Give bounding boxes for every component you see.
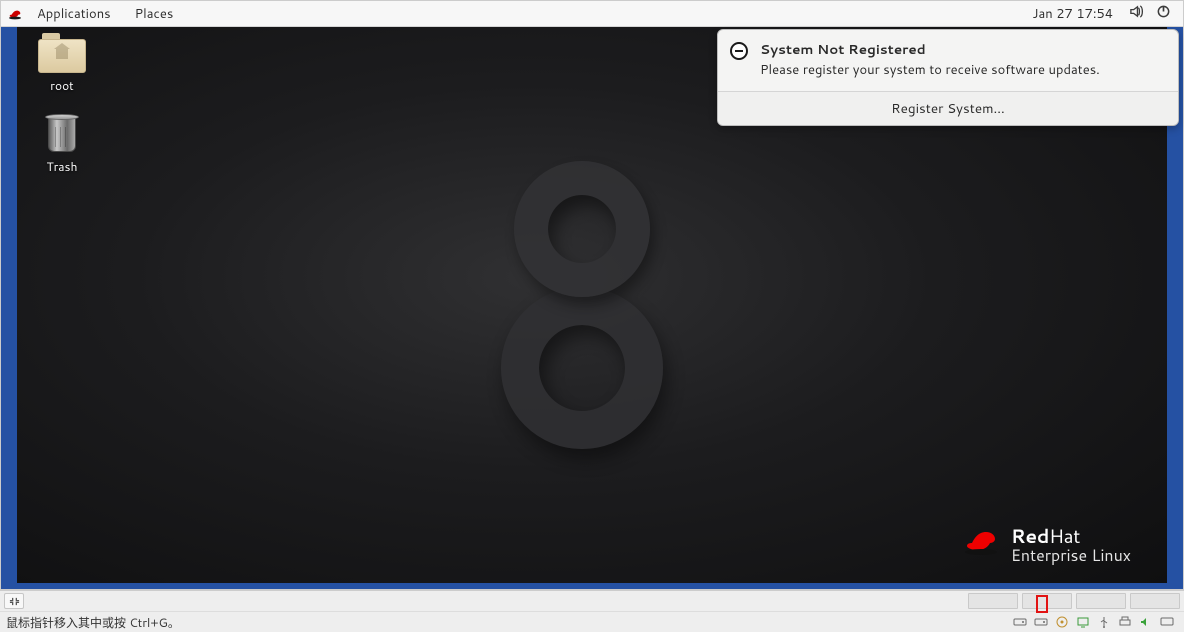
vm-cd-icon[interactable] (1054, 616, 1069, 629)
redhat-logo-icon (961, 527, 1001, 557)
trash-label: Trash (47, 158, 78, 175)
vm-hint-text: 鼠标指针移入其中或按 Ctrl+G。 (6, 614, 180, 631)
vm-expand-button[interactable] (4, 593, 24, 609)
notification-message: Please register your system to receive s… (760, 61, 1100, 79)
trash-icon (45, 114, 79, 154)
redhat-icon (7, 6, 23, 22)
desktop-icon-trash[interactable]: Trash (27, 114, 97, 175)
power-icon[interactable] (1156, 4, 1171, 24)
top-bar: Applications Places Jan 27 17:54 (1, 1, 1183, 27)
vm-net-icon[interactable] (1075, 616, 1090, 629)
vm-status-icons (1012, 616, 1178, 629)
brand-enterprise: Enterprise Linux (1011, 547, 1131, 565)
vm-tabs (968, 593, 1180, 609)
vm-hdd-icon[interactable] (1012, 616, 1027, 629)
vm-display-icon[interactable] (1159, 616, 1174, 629)
vm-tab-2[interactable] (1022, 593, 1072, 609)
vm-printer-icon[interactable] (1117, 616, 1132, 629)
wallpaper-eight (492, 165, 672, 445)
vm-bottom-bar: 鼠标指针移入其中或按 Ctrl+G。 (0, 590, 1184, 632)
register-system-button[interactable]: Register System… (718, 91, 1178, 125)
vm-sound-icon[interactable] (1138, 616, 1153, 629)
folder-home-icon (38, 33, 86, 73)
notification-title: System Not Registered (760, 40, 1100, 59)
vm-tab-4[interactable] (1130, 593, 1180, 609)
root-label: root (50, 77, 73, 94)
clock[interactable]: Jan 27 17:54 (1032, 5, 1113, 23)
vm-usb-icon[interactable] (1096, 616, 1111, 629)
notification: System Not Registered Please register yo… (717, 29, 1179, 126)
menu-places[interactable]: Places (125, 5, 184, 23)
vm-tab-3[interactable] (1076, 593, 1126, 609)
volume-icon[interactable] (1129, 4, 1144, 24)
vm-tab-1[interactable] (968, 593, 1018, 609)
desktop-icon-root[interactable]: root (27, 33, 97, 94)
redhat-brand: RedHat Enterprise Linux (961, 527, 1131, 565)
menu-applications[interactable]: Applications (27, 5, 121, 23)
vm-hdd2-icon[interactable] (1033, 616, 1048, 629)
warning-minus-icon (730, 42, 748, 60)
